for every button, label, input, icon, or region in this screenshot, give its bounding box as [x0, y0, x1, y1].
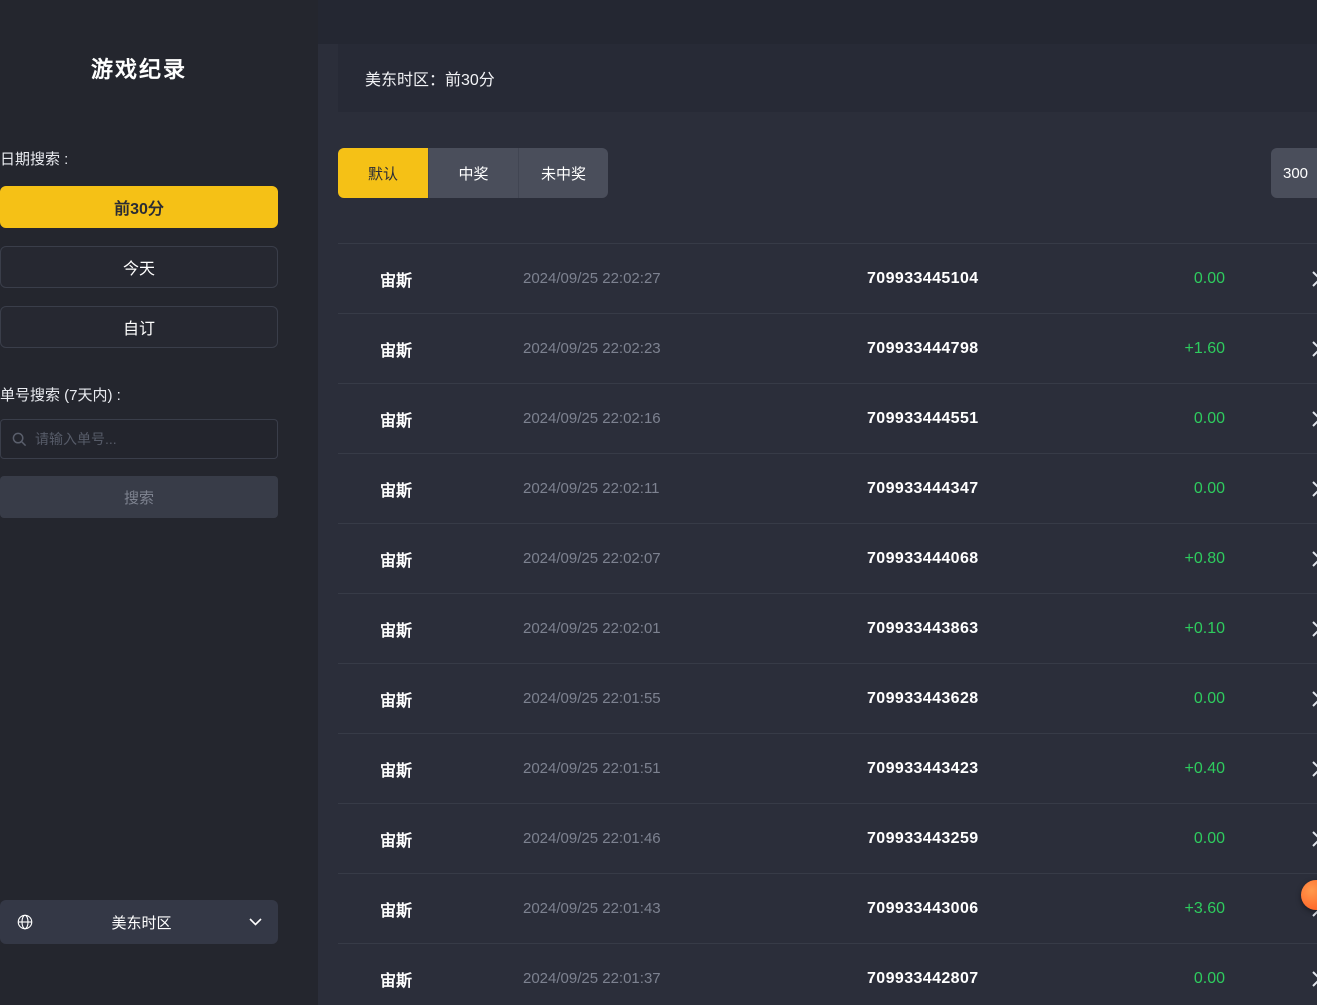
order-number: 709933443006: [867, 900, 1185, 918]
order-number: 709933444551: [867, 410, 1194, 428]
game-name: 宙斯: [380, 827, 523, 851]
table-row[interactable]: 宙斯2024/09/25 22:02:167099334445510.00: [338, 383, 1317, 453]
amount-value: +1.60: [1185, 340, 1225, 358]
record-time: 2024/09/25 22:01:51: [523, 760, 867, 777]
order-number: 709933443259: [867, 830, 1194, 848]
order-search-box: [0, 419, 278, 459]
record-time: 2024/09/25 22:02:27: [523, 270, 867, 287]
order-number: 709933443628: [867, 690, 1194, 708]
table-row[interactable]: 宙斯2024/09/25 22:01:377099334428070.00: [338, 943, 1317, 1005]
tab-lose[interactable]: 未中奖: [518, 148, 608, 198]
order-number: 709933444798: [867, 340, 1185, 358]
game-name: 宙斯: [380, 547, 523, 571]
top-strip: [318, 0, 1317, 44]
table-row[interactable]: 宙斯2024/09/25 22:02:277099334451040.00: [338, 243, 1317, 313]
game-name: 宙斯: [380, 687, 523, 711]
amount-value: +0.10: [1185, 620, 1225, 638]
table-row[interactable]: 宙斯2024/09/25 22:01:557099334436280.00: [338, 663, 1317, 733]
record-time: 2024/09/25 22:02:11: [523, 480, 867, 497]
search-button[interactable]: 搜索: [0, 476, 278, 518]
game-name: 宙斯: [380, 617, 523, 641]
order-number: 709933442807: [867, 970, 1194, 988]
globe-icon: [16, 913, 34, 931]
amount-value: 0.00: [1194, 970, 1225, 988]
chevron-right-icon[interactable]: [1312, 691, 1317, 707]
order-number: 709933444347: [867, 480, 1194, 498]
chevron-right-icon[interactable]: [1312, 971, 1317, 987]
chevron-right-icon[interactable]: [1312, 341, 1317, 357]
game-name: 宙斯: [380, 337, 523, 361]
date-filter-last30min-button[interactable]: 前30分: [0, 186, 278, 228]
search-icon: [12, 432, 27, 447]
table-row[interactable]: 宙斯2024/09/25 22:01:51709933443423+0.40: [338, 733, 1317, 803]
timezone-selector[interactable]: 美东时区: [0, 900, 278, 944]
chevron-right-icon[interactable]: [1312, 481, 1317, 497]
amount-value: 0.00: [1194, 480, 1225, 498]
page-size-button[interactable]: 300: [1271, 148, 1317, 198]
amount-value: +0.40: [1185, 760, 1225, 778]
order-search-label: 单号搜索 (7天内) :: [0, 384, 278, 405]
record-time: 2024/09/25 22:02:07: [523, 550, 867, 567]
timezone-label: 美东时区: [34, 912, 249, 933]
record-time: 2024/09/25 22:01:43: [523, 900, 867, 917]
amount-value: +3.60: [1185, 900, 1225, 918]
date-filter-today-button[interactable]: 今天: [0, 246, 278, 288]
game-name: 宙斯: [380, 477, 523, 501]
order-number: 709933445104: [867, 270, 1194, 288]
date-search-label: 日期搜索 :: [0, 148, 278, 169]
amount-value: 0.00: [1194, 690, 1225, 708]
chevron-right-icon[interactable]: [1312, 621, 1317, 637]
game-name: 宙斯: [380, 757, 523, 781]
game-name: 宙斯: [380, 407, 523, 431]
chevron-right-icon[interactable]: [1312, 271, 1317, 287]
search-input[interactable]: [35, 431, 266, 447]
record-time: 2024/09/25 22:01:37: [523, 970, 867, 987]
amount-value: 0.00: [1194, 410, 1225, 428]
chevron-right-icon[interactable]: [1312, 761, 1317, 777]
date-filter-group: 前30分今天自订: [0, 186, 278, 348]
game-name: 宙斯: [380, 897, 523, 921]
chevron-right-icon[interactable]: [1312, 411, 1317, 427]
amount-value: 0.00: [1194, 270, 1225, 288]
table-row[interactable]: 宙斯2024/09/25 22:02:117099334443470.00: [338, 453, 1317, 523]
period-banner-text: 美东时区：前30分: [365, 66, 495, 90]
game-name: 宙斯: [380, 967, 523, 991]
period-banner: 美东时区：前30分: [338, 44, 1317, 112]
record-time: 2024/09/25 22:02:23: [523, 340, 867, 357]
record-time: 2024/09/25 22:02:01: [523, 620, 867, 637]
game-name: 宙斯: [380, 267, 523, 291]
record-table: 宙斯2024/09/25 22:02:277099334451040.00宙斯2…: [338, 243, 1317, 1005]
tab-win[interactable]: 中奖: [428, 148, 518, 198]
chevron-right-icon[interactable]: [1312, 831, 1317, 847]
record-time: 2024/09/25 22:01:55: [523, 690, 867, 707]
order-number: 709933443423: [867, 760, 1185, 778]
amount-value: +0.80: [1185, 550, 1225, 568]
record-time: 2024/09/25 22:01:46: [523, 830, 867, 847]
table-row[interactable]: 宙斯2024/09/25 22:01:43709933443006+3.60: [338, 873, 1317, 943]
amount-value: 0.00: [1194, 830, 1225, 848]
order-number: 709933443863: [867, 620, 1185, 638]
table-row[interactable]: 宙斯2024/09/25 22:02:23709933444798+1.60: [338, 313, 1317, 383]
record-time: 2024/09/25 22:02:16: [523, 410, 867, 427]
tab-group: 默认中奖未中奖: [338, 148, 608, 198]
sidebar: 游戏纪录 日期搜索 : 前30分今天自订 单号搜索 (7天内) : 搜索 美东时…: [0, 0, 318, 1005]
order-number: 709933444068: [867, 550, 1185, 568]
tab-default[interactable]: 默认: [338, 148, 428, 198]
chevron-down-icon: [249, 918, 262, 926]
toolbar: 默认中奖未中奖 300: [338, 148, 1317, 198]
page-title: 游戏纪录: [0, 52, 278, 84]
date-filter-custom-button[interactable]: 自订: [0, 306, 278, 348]
table-row[interactable]: 宙斯2024/09/25 22:01:467099334432590.00: [338, 803, 1317, 873]
table-row[interactable]: 宙斯2024/09/25 22:02:01709933443863+0.10: [338, 593, 1317, 663]
table-row[interactable]: 宙斯2024/09/25 22:02:07709933444068+0.80: [338, 523, 1317, 593]
chevron-right-icon[interactable]: [1312, 551, 1317, 567]
main-content: 美东时区：前30分 默认中奖未中奖 300 宙斯2024/09/25 22:02…: [318, 0, 1317, 1005]
